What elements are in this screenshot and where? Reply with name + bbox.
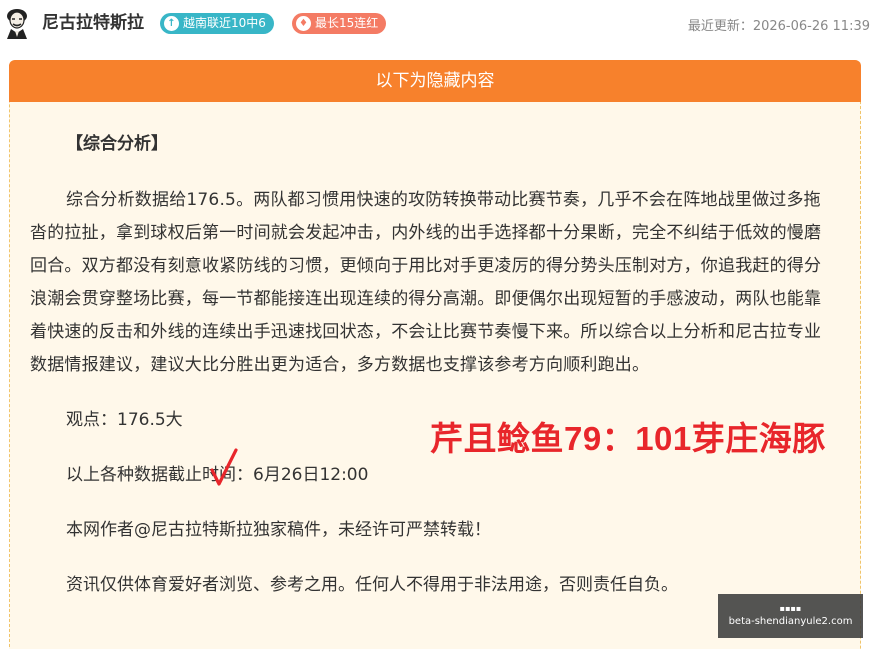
up-arrow-icon: ↑	[164, 16, 179, 31]
checkmark-icon	[210, 448, 238, 486]
author-name[interactable]: 尼古拉特斯拉	[42, 12, 144, 34]
hidden-content-banner: 以下为隐藏内容	[9, 60, 861, 102]
copyright-line: 本网作者@尼古拉特斯拉独家稿件，未经许可严禁转载！	[66, 520, 491, 540]
streak-label: 最长15连红	[315, 16, 379, 30]
analysis-paragraph: 综合分析数据给176.5。两队都习惯用快速的攻防转换带动比赛节奏，几乎不会在阵地…	[30, 190, 822, 375]
fire-icon: ♦	[296, 16, 311, 31]
score-overlay: 芹且鲶鱼79：101芽庄海豚	[430, 420, 826, 457]
recent-record-label: 越南联近10中6	[183, 16, 266, 30]
watermark-logo: ▪▪▪▪	[779, 604, 802, 613]
site-watermark: ▪▪▪▪ beta-shendianyule2.com	[718, 594, 863, 638]
article-content: 【综合分析】 综合分析数据给176.5。两队都习惯用快速的攻防转换带动比赛节奏，…	[30, 120, 838, 602]
cutoff-line: 以上各种数据截止时间：6月26日12:00	[66, 465, 369, 485]
watermark-domain: beta-shendianyule2.com	[728, 616, 853, 627]
avatar[interactable]	[3, 7, 31, 39]
recent-record-badge: ↑ 越南联近10中6	[160, 13, 274, 34]
section-title: 【综合分析】	[66, 134, 168, 154]
author-header: 尼古拉特斯拉 ↑ 越南联近10中6 ♦ 最长15连红 最近更新：2026-06-…	[0, 0, 874, 50]
update-time: 最近更新：2026-06-26 11:39	[687, 19, 870, 34]
streak-badge: ♦ 最长15连红	[292, 13, 387, 34]
